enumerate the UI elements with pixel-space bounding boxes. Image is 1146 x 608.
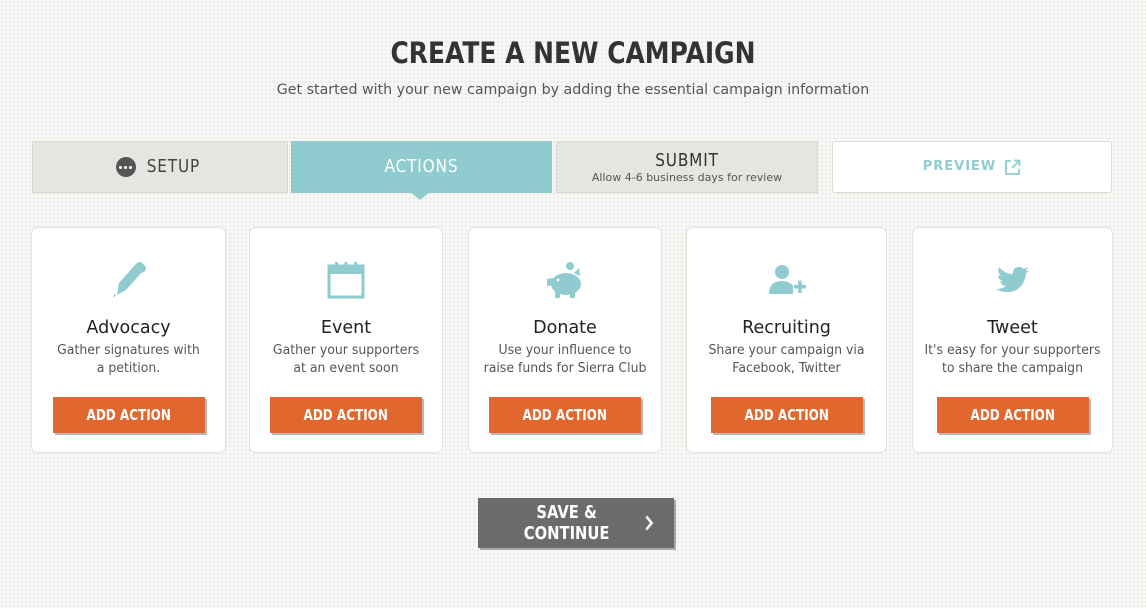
chevron-right-icon <box>645 515 654 531</box>
add-action-label: ADD ACTION <box>744 406 829 424</box>
add-action-label: ADD ACTION <box>522 406 608 424</box>
card-description-line: a petition. <box>96 361 161 376</box>
step-actions-label: ACTIONS <box>384 156 459 177</box>
page-title: CREATE A NEW CAMPAIGN <box>390 36 756 70</box>
preview-button[interactable]: PREVIEW <box>832 141 1112 193</box>
page-subtitle: Get started with your new campaign by ad… <box>276 82 870 98</box>
card-title: Recruiting <box>742 318 831 338</box>
add-action-label: ADD ACTION <box>303 406 389 424</box>
card-description: Share your campaign via Facebook, Twitte… <box>691 342 882 378</box>
save-continue-button[interactable]: SAVE & CONTINUE <box>478 498 674 548</box>
add-action-button[interactable]: ADD ACTION <box>936 397 1089 433</box>
card-description-line: at an event soon <box>293 361 399 376</box>
add-action-label: ADD ACTION <box>86 406 171 424</box>
card-title: Donate <box>533 318 597 338</box>
card-description: It's easy for your supporters to share t… <box>917 342 1108 378</box>
card-description: Gather signatures with a petition. <box>36 342 221 378</box>
action-card-advocacy: Advocacy Gather signatures with a petiti… <box>31 227 226 453</box>
step-setup[interactable]: SETUP <box>32 141 288 193</box>
ellipsis-circle-icon <box>115 157 136 177</box>
card-description-line: Gather signatures with <box>57 343 200 358</box>
card-description-line: Facebook, Twitter <box>732 361 841 376</box>
card-description-line: Share your campaign via <box>708 343 865 358</box>
add-action-button[interactable]: ADD ACTION <box>270 397 422 433</box>
card-description-line: Use your influence to <box>498 343 632 358</box>
action-card-event: Event Gather your supporters at an event… <box>249 227 443 453</box>
add-action-label: ADD ACTION <box>970 406 1055 424</box>
step-submit[interactable]: SUBMIT Allow 4-6 business days for revie… <box>556 141 818 193</box>
add-action-button[interactable]: ADD ACTION <box>489 397 641 433</box>
step-actions[interactable]: ACTIONS <box>291 141 552 193</box>
twitter-bird-icon <box>995 267 1029 292</box>
action-card-tweet: Tweet It's easy for your supporters to s… <box>912 227 1113 453</box>
card-description: Gather your supporters at an event soon <box>254 342 438 378</box>
calendar-icon <box>327 262 365 299</box>
pen-icon <box>112 262 146 298</box>
card-description-line: It's easy for your supporters <box>924 343 1101 358</box>
card-title: Tweet <box>987 318 1038 338</box>
external-link-icon <box>1005 159 1021 175</box>
card-title: Event <box>320 318 372 338</box>
action-card-recruiting: Recruiting Share your campaign via Faceb… <box>686 227 887 453</box>
card-title: Advocacy <box>86 318 171 338</box>
action-card-donate: Donate Use your influence to raise funds… <box>468 227 662 453</box>
add-action-button[interactable]: ADD ACTION <box>710 397 863 433</box>
step-submit-note: Allow 4-6 business days for review <box>591 171 783 184</box>
card-description-line: raise funds for Sierra Club <box>483 361 647 376</box>
save-continue-label: SAVE & CONTINUE <box>523 502 610 544</box>
card-description-line: to share the campaign <box>941 361 1084 376</box>
add-user-icon <box>768 265 806 294</box>
card-description-line: Gather your supporters <box>272 343 420 358</box>
piggy-bank-icon <box>547 262 581 298</box>
step-setup-label: SETUP <box>146 156 200 177</box>
step-submit-label: SUBMIT <box>655 150 719 171</box>
preview-label: PREVIEW <box>922 159 997 174</box>
card-description: Use your influence to raise funds for Si… <box>473 342 657 378</box>
add-action-button[interactable]: ADD ACTION <box>52 397 205 433</box>
active-step-pointer <box>410 192 430 200</box>
